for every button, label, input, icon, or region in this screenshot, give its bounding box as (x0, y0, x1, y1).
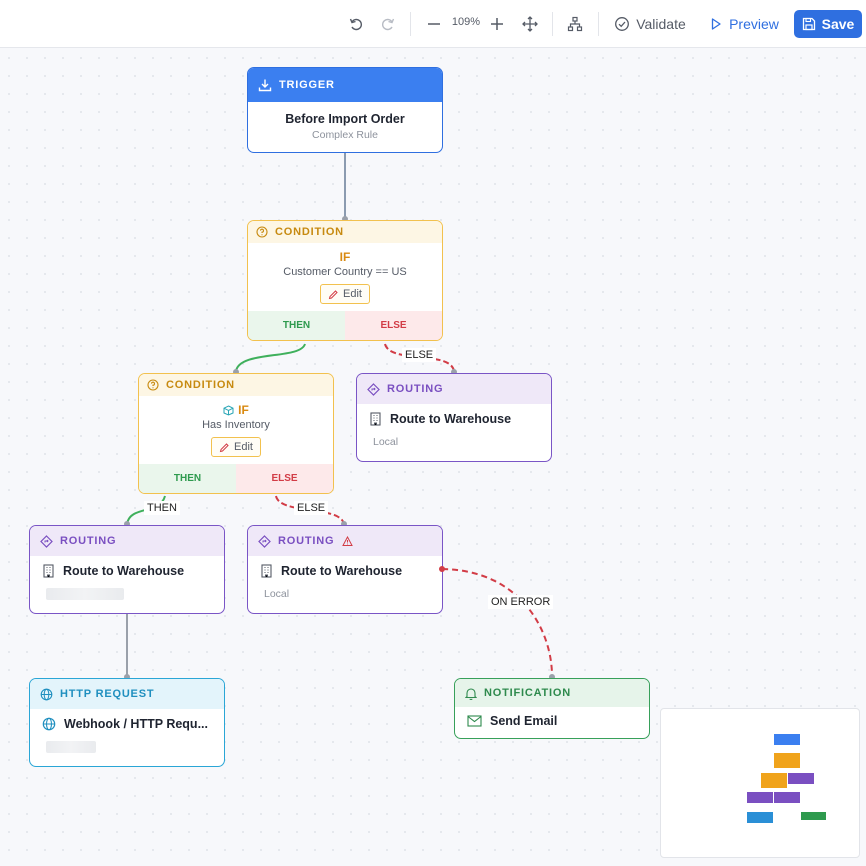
building-icon (261, 564, 272, 578)
trigger-node-header: TRIGGER (248, 68, 442, 102)
routing-node-header: ROUTING (357, 374, 551, 404)
routing-title: Route to Warehouse (63, 564, 185, 578)
pencil-icon (219, 442, 229, 452)
building-icon (370, 412, 381, 426)
condition-node[interactable]: CONDITION IF Has Inventory Edit THEN ELS… (138, 373, 334, 494)
http-request-node[interactable]: HTTP REQUEST Webhook / HTTP Requ... (29, 678, 225, 767)
condition-node-header: CONDITION (139, 374, 333, 396)
routing-node-header: ROUTING (30, 526, 224, 556)
mail-icon (467, 715, 482, 727)
edit-label: Edit (343, 288, 362, 300)
minimap-node (774, 753, 800, 768)
routing-type-label: ROUTING (278, 535, 335, 547)
routing-type-label: ROUTING (60, 535, 117, 547)
routing-type-label: ROUTING (387, 383, 444, 395)
then-branch[interactable]: THEN (139, 464, 236, 493)
edit-label: Edit (234, 441, 253, 453)
if-label: IF (339, 250, 351, 264)
minimap-node (801, 812, 826, 820)
globe-icon (40, 688, 53, 700)
pencil-icon (328, 289, 338, 299)
route-diamond-icon (258, 534, 271, 548)
minimap-node (761, 773, 787, 788)
routing-node[interactable]: ROUTING Route to Warehouse (29, 525, 225, 614)
minimap-node (747, 812, 773, 823)
edge-label-else: ELSE (294, 501, 329, 515)
trigger-title: Before Import Order (285, 112, 405, 126)
notification-title: Send Email (490, 714, 558, 728)
notification-node-header: NOTIFICATION (455, 679, 649, 707)
notification-type-label: NOTIFICATION (484, 687, 571, 699)
notification-node[interactable]: NOTIFICATION Send Email (454, 678, 650, 739)
routing-node-header: ROUTING (248, 526, 442, 556)
minimap[interactable] (660, 708, 860, 858)
http-type-label: HTTP REQUEST (60, 688, 155, 700)
minimap-node (788, 773, 814, 784)
trigger-type-label: TRIGGER (279, 79, 335, 91)
http-node-header: HTTP REQUEST (30, 679, 224, 709)
routing-title: Route to Warehouse (390, 412, 512, 426)
globe-icon (42, 717, 56, 731)
minimap-node (774, 734, 800, 745)
if-label-row: IF (139, 403, 333, 417)
warning-triangle-icon (342, 535, 354, 546)
building-icon (43, 564, 54, 578)
error-handle[interactable] (439, 566, 445, 572)
condition-node[interactable]: CONDITION IF Customer Country == US Edit… (247, 220, 443, 341)
question-circle-icon (147, 379, 159, 391)
route-diamond-icon (367, 382, 380, 396)
redacted-subtitle (46, 741, 96, 753)
minimap-node (774, 792, 800, 803)
routing-subtitle: Local (264, 588, 290, 600)
question-circle-icon (256, 226, 268, 238)
edit-condition-button[interactable]: Edit (320, 284, 370, 304)
download-icon (258, 79, 272, 92)
edge-condition1-then (235, 343, 306, 372)
routing-title: Route to Warehouse (281, 564, 403, 578)
edge-label-on-error: ON ERROR (488, 595, 554, 609)
edge-label-else: ELSE (402, 348, 437, 362)
edge-label-then: THEN (144, 501, 180, 515)
branch-bar: THEN ELSE (139, 464, 333, 493)
route-diamond-icon (40, 534, 53, 548)
condition-expression: Customer Country == US (283, 266, 407, 278)
routing-node[interactable]: ROUTING Route to Warehouse Local (356, 373, 552, 462)
branch-bar: THEN ELSE (248, 311, 442, 340)
bell-icon (465, 687, 477, 700)
edit-condition-button[interactable]: Edit (211, 437, 261, 457)
redacted-subtitle (46, 588, 124, 600)
trigger-node[interactable]: TRIGGER Before Import Order Complex Rule (247, 67, 443, 153)
minimap-node (747, 792, 773, 803)
routing-node[interactable]: ROUTING Route to Warehouse Local (247, 525, 443, 614)
condition-expression: Has Inventory (202, 419, 270, 431)
condition-node-header: CONDITION (248, 221, 442, 243)
http-title: Webhook / HTTP Requ... (64, 717, 208, 731)
else-branch[interactable]: ELSE (345, 311, 442, 340)
routing-subtitle: Local (373, 436, 399, 448)
condition-type-label: CONDITION (166, 379, 235, 391)
if-label: IF (238, 403, 249, 417)
then-branch[interactable]: THEN (248, 311, 345, 340)
trigger-subtitle: Complex Rule (312, 129, 378, 141)
cube-icon (223, 404, 234, 416)
edge-on-error (441, 568, 553, 677)
else-branch[interactable]: ELSE (236, 464, 333, 493)
condition-type-label: CONDITION (275, 226, 344, 238)
